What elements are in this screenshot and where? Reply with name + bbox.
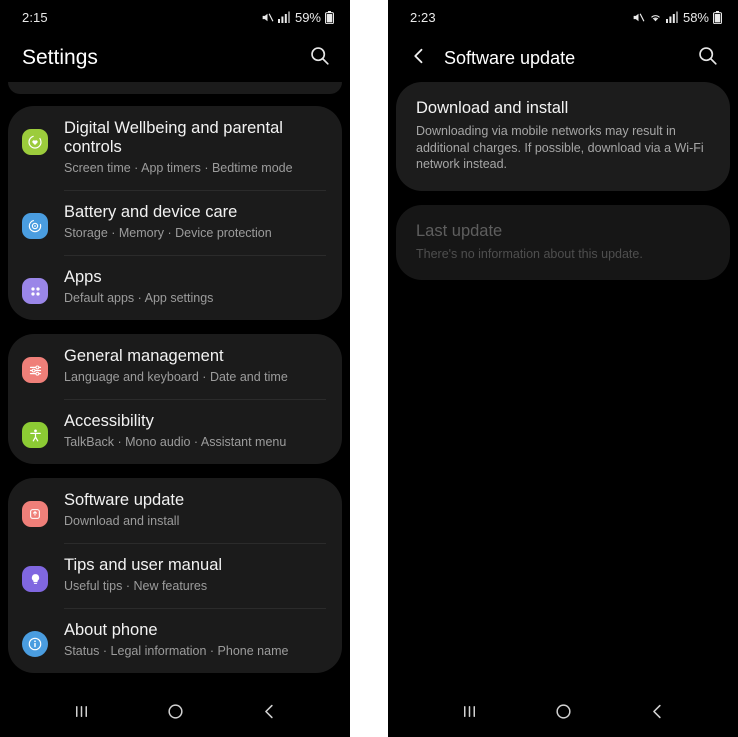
- recents-button[interactable]: [59, 692, 103, 736]
- search-icon: [697, 45, 718, 71]
- app-bar-settings: Settings: [0, 34, 350, 82]
- row-divider: [64, 190, 326, 191]
- card-title: Last update: [416, 221, 503, 240]
- about-phone-icon: [22, 631, 48, 657]
- settings-group-general: General management Language and keyboard…: [8, 334, 342, 464]
- back-icon: [648, 702, 667, 726]
- back-navigation-button[interactable]: [406, 45, 432, 71]
- update-content[interactable]: Download and install Downloading via mob…: [388, 82, 738, 690]
- setting-subtitle: Language and keyboard · Date and time: [64, 370, 288, 384]
- setting-title: Accessibility: [64, 412, 154, 430]
- sidebar-item-general-management[interactable]: General management Language and keyboard…: [8, 334, 342, 399]
- setting-title: General management: [64, 347, 224, 365]
- setting-subtitle: Status · Legal information · Phone name: [64, 644, 289, 658]
- setting-subtitle: Useful tips · New features: [64, 579, 208, 593]
- back-button[interactable]: [635, 692, 679, 736]
- status-time: 2:15: [22, 9, 48, 25]
- setting-title: Apps: [64, 268, 102, 286]
- settings-group-software: Software update Download and install Tip…: [8, 478, 342, 673]
- status-icons: 59%: [261, 10, 334, 25]
- mute-icon: [261, 11, 274, 24]
- accessibility-icon: [22, 422, 48, 448]
- settings-group-clipped: [8, 82, 342, 94]
- status-bar-settings: 2:15 59%: [0, 0, 350, 34]
- app-bar-update: Software update: [388, 34, 738, 82]
- sidebar-item-apps[interactable]: Apps Default apps · App settings: [8, 255, 342, 320]
- digital-wellbeing-icon: [22, 129, 48, 155]
- row-divider: [64, 543, 326, 544]
- setting-title: Battery and device care: [64, 203, 238, 221]
- sidebar-item-about-phone[interactable]: About phone Status · Legal information ·…: [8, 608, 342, 673]
- row-divider: [64, 608, 326, 609]
- back-chevron-icon: [409, 46, 429, 71]
- page-title: Settings: [22, 46, 98, 69]
- setting-title: Software update: [64, 491, 185, 509]
- battery-percent: 59%: [294, 9, 321, 25]
- dual-screenshot-container: 2:15 59% Settings Digital Wellbeing and …: [0, 0, 738, 737]
- home-button[interactable]: [541, 692, 585, 736]
- apps-icon: [22, 278, 48, 304]
- card-title: Download and install: [416, 99, 569, 117]
- back-icon: [260, 702, 279, 726]
- row-divider: [64, 255, 326, 256]
- wifi-icon: [649, 11, 662, 24]
- card-description: There's no information about this update…: [416, 246, 643, 261]
- navigation-bar-settings: [0, 690, 350, 737]
- setting-title: Tips and user manual: [64, 556, 223, 574]
- recents-icon: [72, 702, 91, 726]
- software-update-icon: [22, 501, 48, 527]
- status-bar-update: 2:23 58%: [388, 0, 738, 34]
- row-divider: [64, 399, 326, 400]
- recents-icon: [460, 702, 479, 726]
- home-icon: [554, 702, 573, 726]
- settings-group-wellbeing: Digital Wellbeing and parental controls …: [8, 106, 342, 320]
- sidebar-item-software-update[interactable]: Software update Download and install: [8, 478, 342, 543]
- navigation-bar-update: [388, 690, 738, 737]
- battery-icon: [713, 10, 722, 24]
- card-description: Downloading via mobile networks may resu…: [416, 124, 704, 171]
- signal-bars-icon: [277, 11, 290, 23]
- search-button[interactable]: [304, 43, 334, 73]
- search-button[interactable]: [692, 43, 722, 73]
- setting-subtitle: Storage · Memory · Device protection: [64, 226, 272, 240]
- tips-icon: [22, 566, 48, 592]
- setting-title: About phone: [64, 621, 158, 639]
- battery-device-care-icon: [22, 213, 48, 239]
- setting-subtitle: Screen time · App timers · Bedtime mode: [64, 161, 293, 175]
- setting-subtitle: Default apps · App settings: [64, 291, 214, 305]
- sidebar-item-tips[interactable]: Tips and user manual Useful tips · New f…: [8, 543, 342, 608]
- battery-percent: 58%: [682, 9, 709, 25]
- download-and-install-card[interactable]: Download and install Downloading via mob…: [396, 82, 730, 191]
- search-icon: [309, 45, 330, 71]
- signal-bars-icon: [665, 11, 678, 23]
- mute-icon: [632, 11, 645, 24]
- status-icons: 58%: [632, 10, 722, 25]
- home-icon: [166, 702, 185, 726]
- page-title: Software update: [444, 47, 576, 68]
- last-update-card: Last update There's no information about…: [396, 204, 730, 280]
- settings-screen: 2:15 59% Settings Digital Wellbeing and …: [0, 0, 350, 737]
- battery-icon: [325, 10, 334, 24]
- setting-subtitle: Download and install: [64, 514, 180, 528]
- sidebar-item-accessibility[interactable]: Accessibility TalkBack · Mono audio · As…: [8, 399, 342, 464]
- recents-button[interactable]: [447, 692, 491, 736]
- back-button[interactable]: [247, 692, 291, 736]
- home-button[interactable]: [153, 692, 197, 736]
- general-management-icon: [22, 357, 48, 383]
- status-time: 2:23: [410, 9, 436, 25]
- sidebar-item-battery-device-care[interactable]: Battery and device care Storage · Memory…: [8, 190, 342, 255]
- setting-title: Digital Wellbeing and parental controls: [64, 119, 283, 156]
- settings-list[interactable]: Digital Wellbeing and parental controls …: [0, 82, 350, 690]
- sidebar-item-digital-wellbeing[interactable]: Digital Wellbeing and parental controls …: [8, 106, 342, 190]
- software-update-screen: 2:23 58% Software update Download and in…: [388, 0, 738, 737]
- setting-subtitle: TalkBack · Mono audio · Assistant menu: [64, 435, 287, 449]
